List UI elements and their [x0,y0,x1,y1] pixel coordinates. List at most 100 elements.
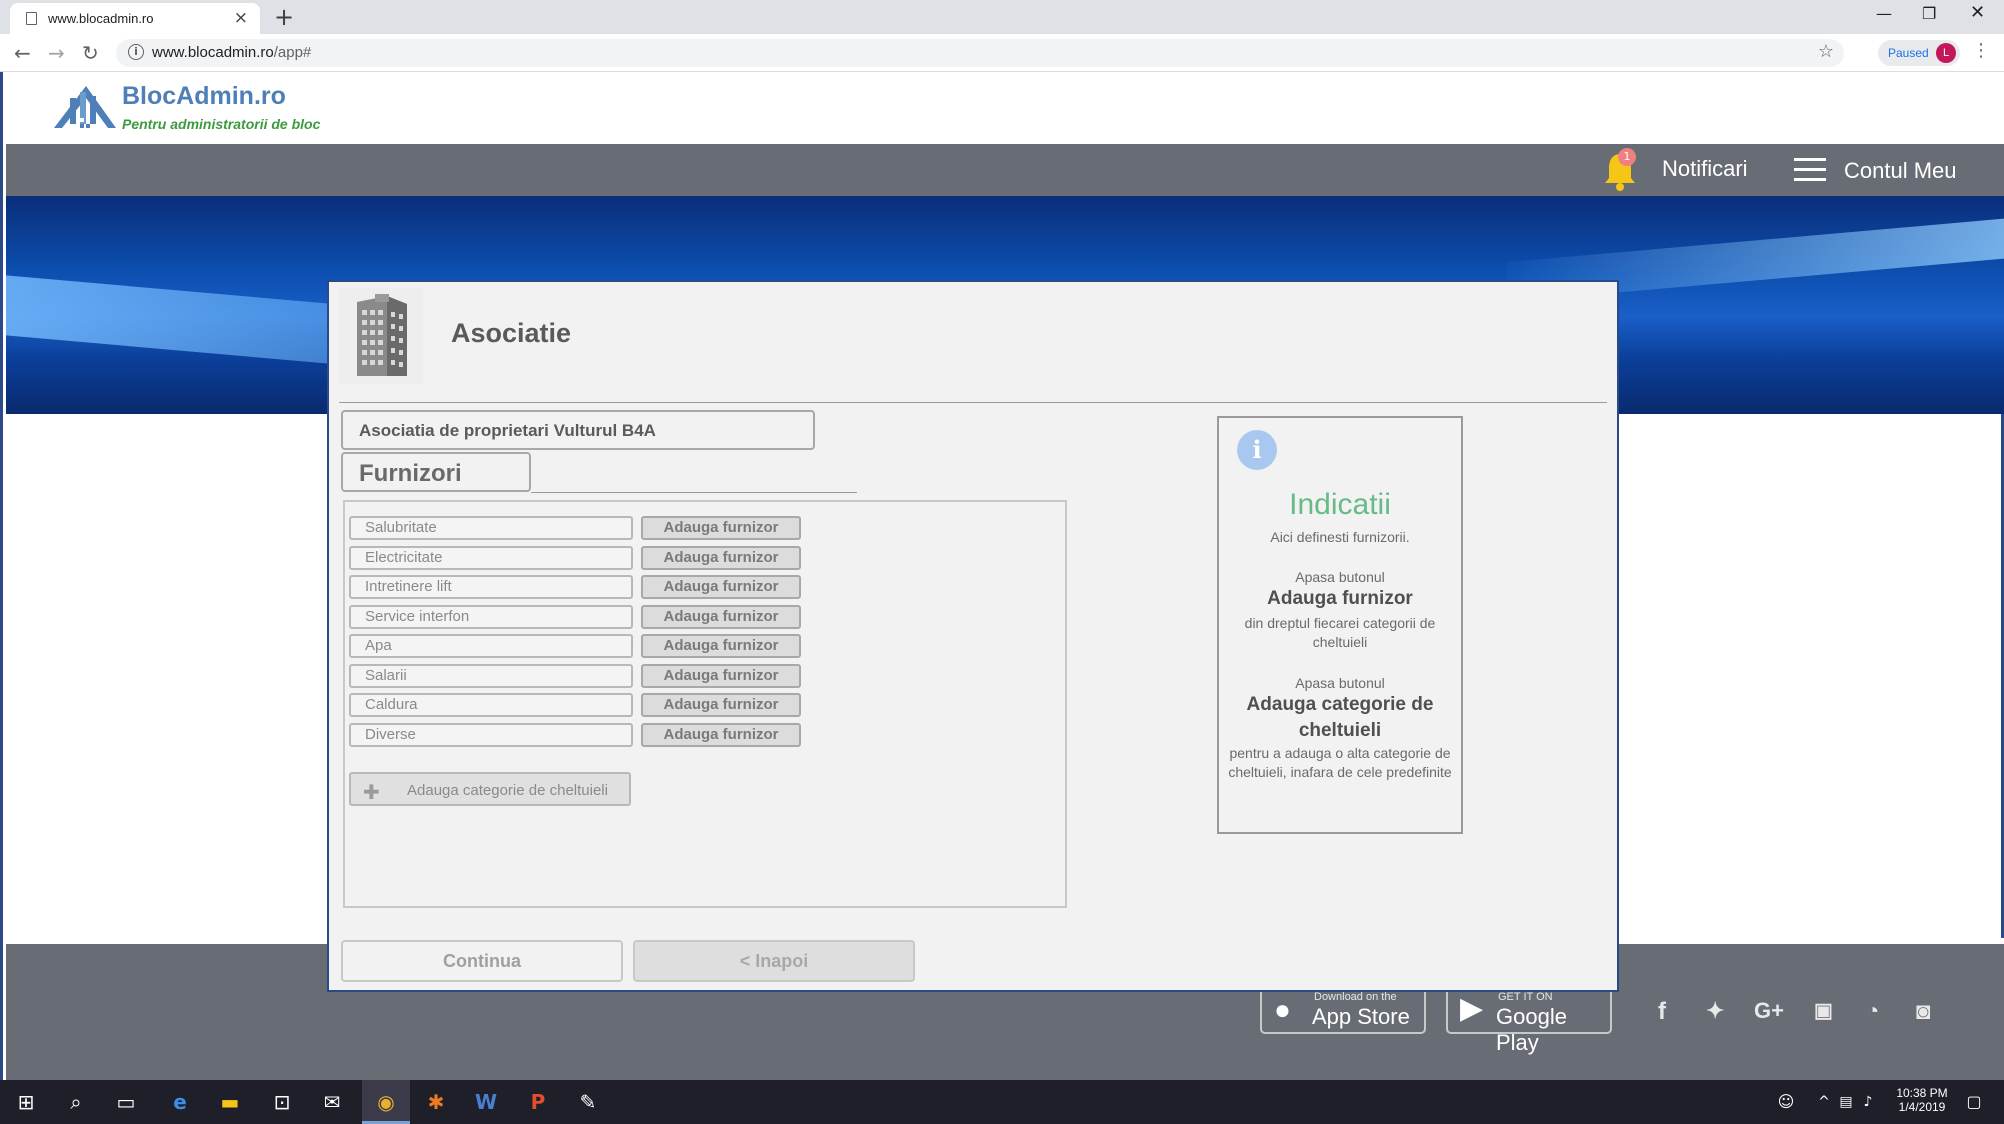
tab-title: www.blocadmin.ro [48,11,154,26]
task-view-icon[interactable]: ▭ [114,1090,138,1114]
store-icon[interactable]: ⊡ [270,1090,294,1114]
hamburger-menu-icon[interactable] [1794,158,1826,182]
category-name-field[interactable]: Diverse [349,723,633,747]
powerpoint-icon[interactable]: P [526,1090,550,1114]
browser-tabbar: www.blocadmin.ro × + — ❐ ✕ [0,0,2004,34]
category-name-field[interactable]: Caldura [349,693,633,717]
browser-menu-icon[interactable]: ⋮ [1972,40,1990,61]
action-center-icon[interactable]: ▢ [1962,1090,1986,1114]
category-name-field[interactable]: Salarii [349,664,633,688]
clock[interactable]: 10:38 PM 1/4/2019 [1880,1086,1964,1114]
add-supplier-button[interactable]: Adauga furnizor [641,723,801,747]
avatar: L [1936,43,1956,63]
category-row: Salarii Adauga furnizor [349,664,809,688]
brand-tagline: Pentru administratorii de bloc [122,116,321,132]
word-icon[interactable]: W [474,1090,498,1114]
twitter-icon[interactable]: ✦ [1706,998,1724,1024]
category-name-field[interactable]: Apa [349,634,633,658]
volume-icon[interactable]: ♪ [1856,1090,1880,1114]
hint-button-name: Adauga furnizor [1267,588,1413,609]
edge-icon[interactable]: e [168,1090,192,1114]
paint-icon[interactable]: ✎ [576,1090,600,1114]
youtube-icon[interactable]: ▣ [1814,998,1833,1023]
category-name-field[interactable]: Service interfon [349,605,633,629]
add-supplier-button[interactable]: Adauga furnizor [641,634,801,658]
info-icon[interactable]: i [128,44,144,60]
search-icon[interactable]: ⌕ [64,1090,88,1114]
rss-icon[interactable]: ◔ [1866,998,1879,1024]
info-icon: i [1237,430,1277,470]
logo-building-icon[interactable] [50,82,120,132]
hint-text: Aici definesti furnizorii. [1270,529,1410,545]
mail-icon[interactable]: ✉ [320,1090,344,1114]
close-tab-icon[interactable]: × [234,8,248,28]
apple-icon: ● [1274,994,1291,1025]
page-title: Asociatie [451,318,572,348]
plus-icon: ✚ [363,780,380,804]
chrome-icon[interactable]: ◉ [374,1090,398,1114]
title-divider [339,402,1607,403]
google-plus-icon[interactable]: G+ [1754,998,1784,1024]
screen: www.blocadmin.ro × + — ❐ ✕ ← → ↻ i www.b… [0,0,2004,1124]
address-bar[interactable]: i www.blocadmin.ro/app# ☆ [116,39,1844,67]
brand-name[interactable]: BlocAdmin.ro [122,82,286,111]
category-name-field[interactable]: Electricitate [349,546,633,570]
restore-icon[interactable]: ❐ [1922,4,1936,23]
add-supplier-button[interactable]: Adauga furnizor [641,693,801,717]
windows-start-icon[interactable]: ⊞ [14,1090,38,1114]
category-row: Service interfon Adauga furnizor [349,605,809,629]
app-store-text: App Store [1312,1004,1410,1029]
back-icon[interactable]: ← [14,41,31,65]
paused-label: Paused [1888,46,1929,60]
tray-chevron-icon[interactable]: ^ [1812,1090,1836,1114]
url-text: www.blocadmin.ro/app# [152,44,312,61]
profile-paused-button[interactable]: Paused L [1878,40,1960,66]
network-icon[interactable]: ▤ [1834,1090,1858,1114]
instagram-icon[interactable]: ◙ [1916,998,1931,1026]
close-window-icon[interactable]: ✕ [1970,2,1985,23]
category-name-field[interactable]: Intretinere lift [349,575,633,599]
site-header: BlocAdmin.ro Pentru administratorii de b… [6,72,2004,144]
app-store-small-text: Download on the [1314,991,1397,1003]
avast-icon[interactable]: ✱ [424,1090,448,1114]
add-supplier-button[interactable]: Adauga furnizor [641,664,801,688]
hint-text: Apasa butonul [1295,569,1385,585]
file-explorer-icon[interactable]: ▬ [218,1090,242,1114]
add-category-label: Adauga categorie de cheltuieli [407,782,608,799]
page-icon [26,12,37,25]
add-supplier-button[interactable]: Adauga furnizor [641,516,801,540]
top-nav-bar: 1 Notificari Contul Meu [6,144,2004,196]
account-menu-link[interactable]: Contul Meu [1844,158,1957,184]
clock-date: 1/4/2019 [1898,1100,1946,1114]
hints-title: Indicatii [1289,488,1391,521]
minimize-icon[interactable]: — [1876,4,1892,23]
category-name-field[interactable]: Salubritate [349,516,633,540]
section-divider [531,492,857,493]
suppliers-section-tab[interactable]: Furnizori [341,452,531,492]
add-supplier-button[interactable]: Adauga furnizor [641,575,801,599]
notification-count-badge: 1 [1618,148,1636,166]
add-supplier-button[interactable]: Adauga furnizor [641,605,801,629]
add-supplier-button[interactable]: Adauga furnizor [641,546,801,570]
bookmark-star-icon[interactable]: ☆ [1818,41,1834,62]
clock-time: 10:38 PM [1896,1086,1948,1100]
continue-button[interactable]: Continua [341,940,623,982]
category-row: Salubritate Adauga furnizor [349,516,809,540]
back-button[interactable]: < Inapoi [633,940,915,982]
reload-icon[interactable]: ↻ [82,41,99,65]
people-icon[interactable]: ☺ [1774,1090,1798,1114]
facebook-icon[interactable]: f [1658,998,1666,1026]
building-icon [339,288,423,384]
os-taskbar: ⊞ ⌕ ▭ e ▬ ⊡ ✉ ◉ ✱ W P ✎ ☺ ^ ▤ ♪ 10:38 PM… [0,1080,2004,1124]
new-tab-icon[interactable]: + [274,3,294,31]
association-name-field[interactable]: Asociatia de proprietari Vulturul B4A [341,410,815,450]
browser-tab[interactable]: www.blocadmin.ro × [10,3,260,34]
hint-text: Apasa butonul [1295,675,1385,691]
add-category-button[interactable]: ✚ Adauga categorie de cheltuieli [349,772,631,806]
category-row: Apa Adauga furnizor [349,634,809,658]
notifications-link[interactable]: Notificari [1662,156,1748,182]
hint-button-name: Adauga categorie de cheltuieli [1246,694,1434,741]
forward-icon[interactable]: → [48,41,65,65]
hint-text: din dreptul fiecarei categorii de cheltu… [1244,615,1436,650]
web-page: BlocAdmin.ro Pentru administratorii de b… [0,72,2004,1080]
